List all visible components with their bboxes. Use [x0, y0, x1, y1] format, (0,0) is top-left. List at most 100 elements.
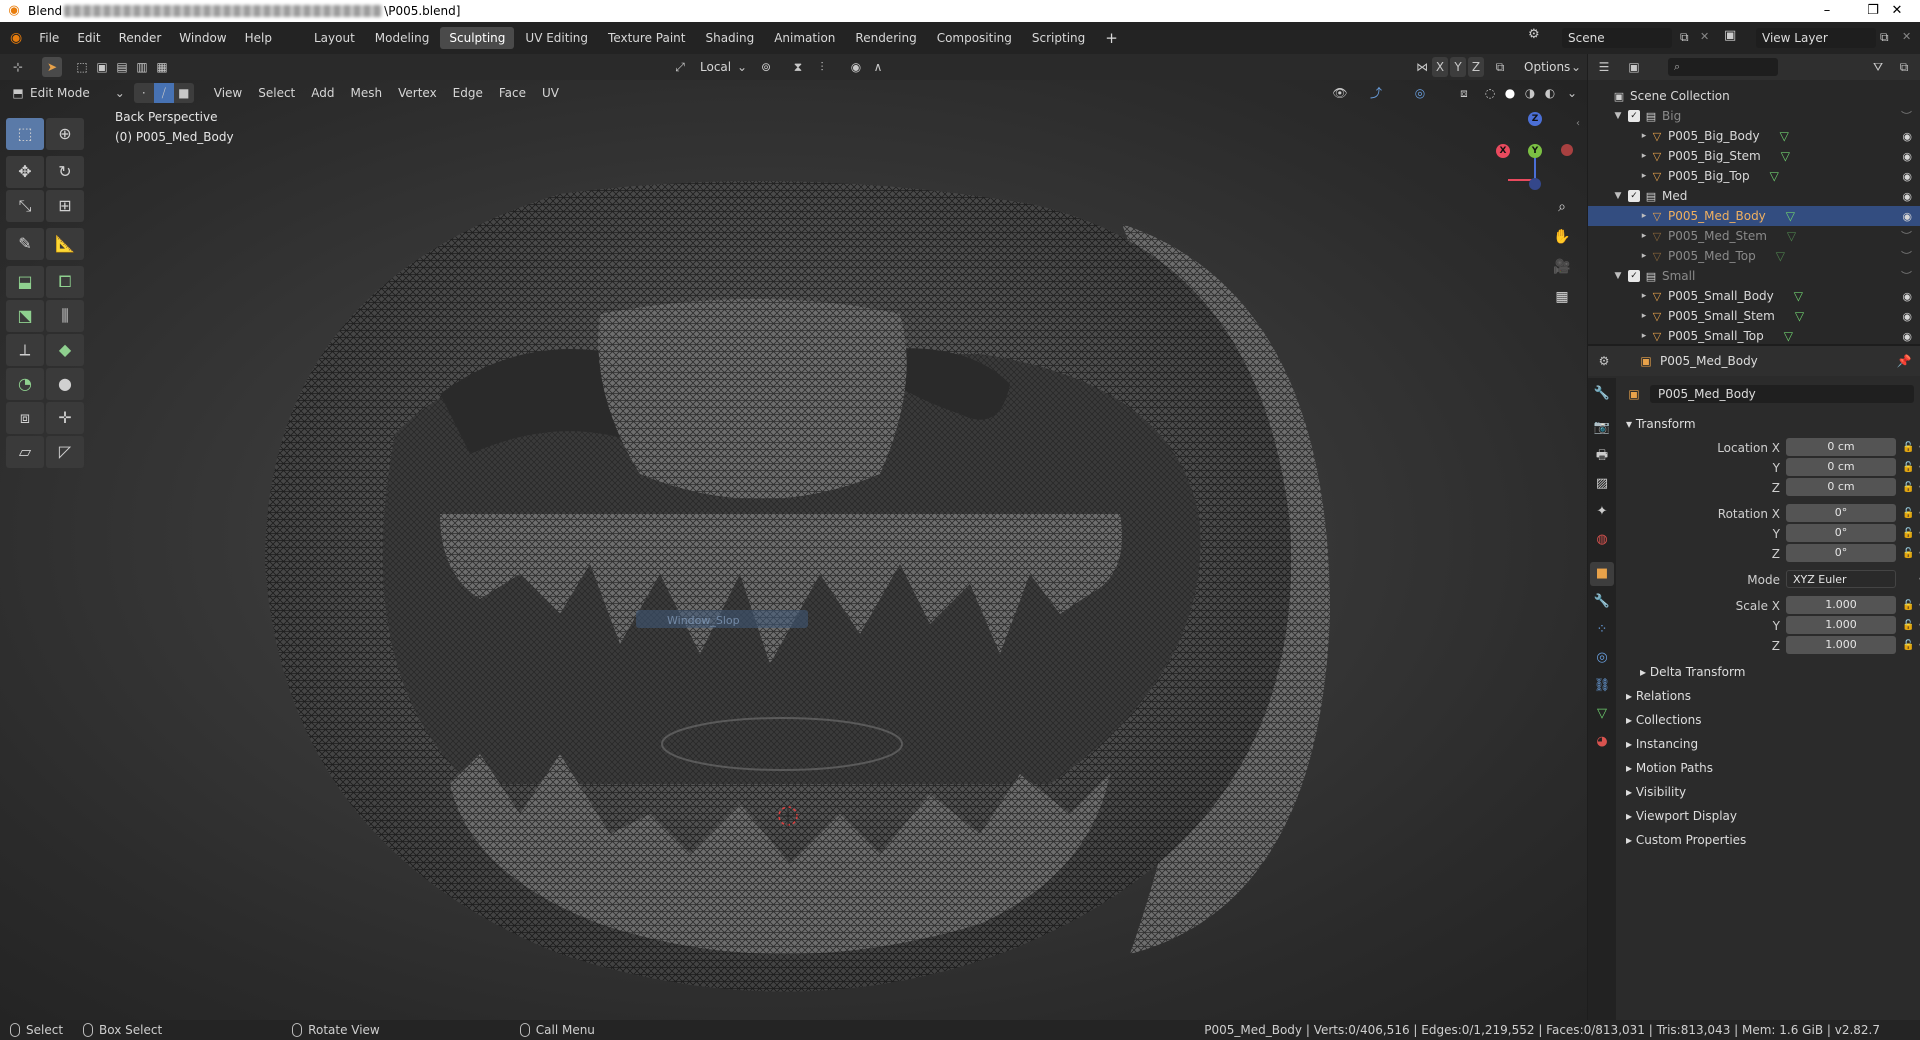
tool-tab-icon[interactable]: 🔧 — [1590, 382, 1614, 406]
tree-item-object[interactable]: ▸ ▽ P005_Small_Stem ▽ ◉ — [1588, 306, 1920, 326]
display-mode-icon[interactable]: ▣ — [1624, 57, 1644, 77]
tab-rendering[interactable]: Rendering — [846, 27, 925, 49]
render-tab-icon[interactable]: 📷 — [1590, 416, 1614, 440]
lock-icon[interactable]: 🔓 — [1902, 438, 1914, 458]
transform-section-header[interactable]: ▾ Transform — [1626, 414, 1696, 434]
menu-edit[interactable]: Edit — [68, 27, 109, 49]
tree-item-object[interactable]: ▸ ▽ P005_Med_Stem ▽ ︶ — [1588, 226, 1920, 246]
menu-render[interactable]: Render — [110, 27, 171, 49]
tree-item-scene-collection[interactable]: ▣ Scene Collection — [1588, 86, 1920, 106]
filter-icon[interactable]: ⛛ — [1868, 57, 1888, 77]
expand-arrow-icon[interactable]: ▸ — [1638, 231, 1650, 241]
eye-icon[interactable]: ◉ — [1902, 330, 1912, 343]
collections-section[interactable]: ▸ Collections — [1626, 710, 1701, 730]
tab-modeling[interactable]: Modeling — [366, 27, 439, 49]
menu-help[interactable]: Help — [236, 27, 281, 49]
expand-arrow-icon[interactable]: ▸ — [1638, 311, 1650, 321]
expand-arrow-icon[interactable]: ▸ — [1638, 291, 1650, 301]
location-z-input[interactable]: 0 cm — [1786, 478, 1896, 496]
physics-tab-icon[interactable]: ◎ — [1590, 646, 1614, 670]
3d-viewport[interactable]: ⊹ ➤ ⬚ ▣ ▤ ▥ ▦ ⤢ Local ⌄ ⊚ ⧗ ⫶ ◉ ∧ ⋈ X Y … — [0, 54, 1587, 1020]
expand-arrow-icon[interactable]: ▼ — [1612, 191, 1624, 201]
expand-arrow-icon[interactable]: ▸ — [1638, 211, 1650, 221]
mesh-data-icon[interactable]: ▽ — [1786, 209, 1795, 223]
new-scene-icon[interactable]: ⧉ — [1680, 30, 1689, 45]
gizmo-x-axis[interactable]: X — [1496, 144, 1510, 158]
mesh-data-tab-icon[interactable]: ▽ — [1590, 702, 1614, 726]
lock-icon[interactable]: 🔓 — [1902, 504, 1914, 524]
world-tab-icon[interactable]: ◍ — [1590, 528, 1614, 552]
visibility-hidden-icon[interactable]: ︶ — [1901, 108, 1912, 124]
particles-tab-icon[interactable]: ⁘ — [1590, 618, 1614, 642]
object-type-icon[interactable]: ▣ — [1624, 384, 1644, 404]
expand-arrow-icon[interactable]: ▸ — [1638, 131, 1650, 141]
tab-compositing[interactable]: Compositing — [928, 27, 1021, 49]
collection-checkbox[interactable]: ✓ — [1628, 190, 1640, 202]
eye-icon[interactable]: ◉ — [1902, 170, 1912, 183]
tree-item-object[interactable]: ▸ ▽ P005_Big_Body ▽ ◉ — [1588, 126, 1920, 146]
tree-item-object[interactable]: ▸ ▽ P005_Small_Body ▽ ◉ — [1588, 286, 1920, 306]
menu-window[interactable]: Window — [170, 27, 235, 49]
tree-item-object[interactable]: ▸ ▽ P005_Small_Top ▽ ◉ — [1588, 326, 1920, 346]
view-layer-icon[interactable]: ▣ — [1724, 28, 1736, 43]
new-view-layer-icon[interactable]: ⧉ — [1880, 30, 1889, 45]
expand-arrow-icon[interactable]: ▸ — [1638, 151, 1650, 161]
scale-x-input[interactable]: 1.000 — [1786, 596, 1896, 614]
mesh-data-icon[interactable]: ▽ — [1787, 229, 1796, 243]
instancing-section[interactable]: ▸ Instancing — [1626, 734, 1698, 754]
gizmo-neg-x[interactable] — [1561, 144, 1573, 156]
scene-field[interactable]: Scene — [1562, 28, 1672, 48]
expand-arrow-icon[interactable]: ▼ — [1612, 111, 1624, 121]
pan-hand-icon[interactable]: ✋ — [1549, 224, 1575, 250]
delete-scene-icon[interactable]: ✕ — [1700, 30, 1709, 43]
constraints-tab-icon[interactable]: ⛓ — [1590, 674, 1614, 698]
eye-icon[interactable]: ◉ — [1902, 290, 1912, 303]
location-x-input[interactable]: 0 cm — [1786, 438, 1896, 456]
add-workspace-button[interactable]: + — [1096, 27, 1127, 49]
outliner-editor-icon[interactable]: ☰ — [1594, 57, 1614, 77]
tree-item-object-selected[interactable]: ▸ ▽ P005_Med_Body ▽ ◉ — [1588, 206, 1920, 226]
pumpkin-mesh[interactable]: Window_Slop — [0, 54, 1587, 1020]
output-tab-icon[interactable]: 🖶 — [1590, 444, 1614, 468]
mesh-data-icon[interactable]: ▽ — [1794, 289, 1803, 303]
visibility-hidden-icon[interactable]: ︶ — [1901, 248, 1912, 264]
lock-icon[interactable]: 🔓 — [1902, 458, 1914, 478]
tab-texture-paint[interactable]: Texture Paint — [599, 27, 694, 49]
gizmo-neg-z[interactable] — [1529, 178, 1541, 190]
new-collection-icon[interactable]: ⧉ — [1894, 57, 1914, 77]
eye-icon[interactable]: ◉ — [1902, 310, 1912, 323]
rotation-x-input[interactable]: 0° — [1786, 504, 1896, 522]
rotation-z-input[interactable]: 0° — [1786, 544, 1896, 562]
tab-sculpting[interactable]: Sculpting — [440, 27, 515, 49]
collection-checkbox[interactable]: ✓ — [1628, 110, 1640, 122]
sidebar-toggle-icon[interactable]: ‹ — [1576, 118, 1580, 129]
mesh-data-icon[interactable]: ▽ — [1781, 149, 1790, 163]
object-name-field[interactable]: P005_Med_Body — [1650, 385, 1914, 403]
lock-icon[interactable]: 🔓 — [1902, 478, 1914, 498]
scale-y-input[interactable]: 1.000 — [1786, 616, 1896, 634]
visibility-hidden-icon[interactable]: ︶ — [1901, 228, 1912, 244]
gizmo-z-axis[interactable]: Z — [1528, 112, 1542, 126]
custom-properties-section[interactable]: ▸ Custom Properties — [1626, 830, 1746, 850]
tab-animation[interactable]: Animation — [765, 27, 844, 49]
tree-item-object[interactable]: ▸ ▽ P005_Big_Stem ▽ ◉ — [1588, 146, 1920, 166]
scene-tab-icon[interactable]: ✦ — [1590, 500, 1614, 524]
scale-z-input[interactable]: 1.000 — [1786, 636, 1896, 654]
lock-icon[interactable]: 🔓 — [1902, 636, 1914, 656]
expand-arrow-icon[interactable]: ▸ — [1638, 251, 1650, 261]
tree-item-object[interactable]: ▸ ▽ P005_Big_Top ▽ ◉ — [1588, 166, 1920, 186]
rotation-mode-dropdown[interactable]: XYZ Euler — [1786, 570, 1896, 588]
tab-layout[interactable]: Layout — [305, 27, 364, 49]
object-tab-icon[interactable]: ■ — [1590, 562, 1614, 586]
tree-item-object[interactable]: ▸ ▽ P005_Med_Top ▽ ︶ — [1588, 246, 1920, 266]
modifier-tab-icon[interactable]: 🔧 — [1590, 590, 1614, 614]
camera-view-icon[interactable]: 🎥 — [1549, 254, 1575, 280]
lock-icon[interactable]: 🔓 — [1902, 524, 1914, 544]
gizmo-y-axis[interactable]: Y — [1528, 144, 1542, 158]
collection-checkbox[interactable]: ✓ — [1628, 270, 1640, 282]
delta-transform-section[interactable]: ▸ Delta Transform — [1640, 662, 1745, 682]
outliner-search-input[interactable]: ⌕ — [1668, 58, 1778, 76]
menu-file[interactable]: File — [30, 27, 68, 49]
tree-item-big[interactable]: ▼ ✓ ▤ Big ︶ — [1588, 106, 1920, 126]
lock-icon[interactable]: 🔓 — [1902, 616, 1914, 636]
